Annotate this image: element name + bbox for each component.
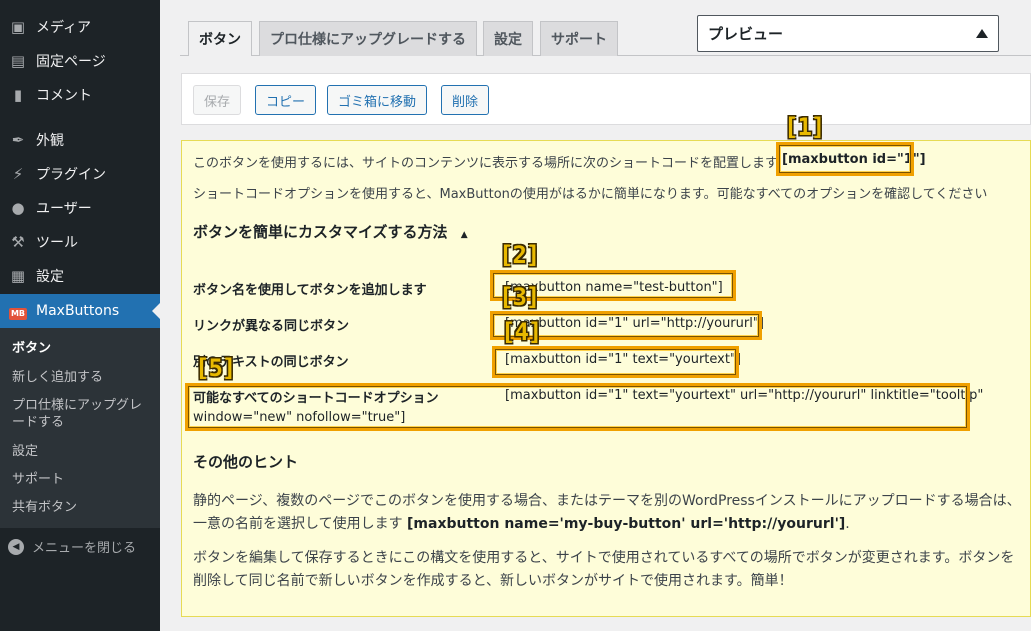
submenu-item-buttons[interactable]: ボタン	[12, 340, 152, 357]
maxbuttons-submenu: ボタン 新しく追加する プロ仕様にアップグレードする 設定 サポート 共有ボタン	[0, 328, 160, 528]
options-note: ショートコードオプションを使用すると、MaxButtonの使用がはるかに簡単にな…	[193, 187, 988, 202]
highlight-box-5	[185, 383, 970, 431]
submenu-item-add-new[interactable]: 新しく追加する	[12, 369, 152, 386]
settings-icon: ▦	[10, 267, 26, 285]
sidebar-item-label: 固定ページ	[36, 54, 106, 70]
tip-paragraph-1: 静的ページ、複数のページでこのボタンを使用する場合、またはテーマを別のWordP…	[193, 493, 1021, 532]
action-bar: 保存 コピー ゴミ箱に移動 削除	[181, 73, 1031, 125]
comment-icon: ▮	[13, 86, 23, 104]
active-indicator	[152, 303, 160, 319]
sidebar-item-label: 外観	[36, 133, 64, 149]
tab-settings[interactable]: 設定	[483, 21, 533, 56]
maxbuttons-icon: MB	[8, 308, 28, 320]
customize-heading[interactable]: ボタンを簡単にカスタマイズする方法 ▲	[193, 221, 468, 242]
preview-label: プレビュー	[708, 25, 784, 43]
preview-toggle[interactable]: プレビュー	[697, 15, 999, 52]
sidebar-item-maxbuttons[interactable]: MB MaxButtons	[0, 294, 160, 328]
collapse-menu-button[interactable]: ◀ メニューを閉じる	[8, 537, 136, 556]
media-icon: ▣	[10, 18, 26, 36]
triangle-up-icon: ▲	[460, 230, 468, 240]
sidebar-item-label: 設定	[36, 269, 64, 285]
move-to-trash-button[interactable]: ゴミ箱に移動	[327, 85, 428, 115]
collapse-label: メニューを閉じる	[32, 541, 137, 556]
highlight-box-1	[776, 142, 914, 176]
marker-4: [4]	[501, 318, 542, 346]
tips-heading: その他のヒント	[193, 453, 299, 471]
delete-button[interactable]: 削除	[441, 85, 490, 115]
marker-1: [1]	[784, 113, 825, 141]
admin-sidebar: ▣ メディア ▤ 固定ページ ▮ コメント ✒ 外観 ⚡ プラグイン ● ユーザ…	[0, 0, 160, 631]
brush-icon: ✒	[11, 131, 25, 149]
submenu-item-settings[interactable]: 設定	[12, 443, 152, 460]
collapse-arrow-icon: ◀	[8, 538, 24, 555]
plugin-icon: ⚡	[12, 165, 24, 183]
sidebar-item-label: メディア	[36, 20, 92, 36]
sidebar-item-settings[interactable]: ▦ 設定	[0, 259, 160, 293]
wrench-icon: ⚒	[11, 233, 25, 251]
triangle-up-icon	[976, 29, 988, 38]
submenu-item-support[interactable]: サポート	[12, 471, 152, 488]
tab-buttons[interactable]: ボタン	[188, 21, 252, 56]
tip-shortcode: [maxbutton name='my-buy-button' url='htt…	[407, 516, 846, 532]
tip-paragraph-2: ボタンを編集して保存するときにこの構文を使用すると、サイトで使用されているすべて…	[193, 550, 1015, 589]
marker-3: [3]	[499, 283, 540, 311]
sidebar-item-tools[interactable]: ⚒ ツール	[0, 225, 160, 259]
sidebar-item-label: ユーザー	[36, 201, 92, 217]
intro-text: このボタンを使用するには、サイトのコンテンツに表示する場所に次のショートコードを…	[193, 156, 779, 171]
sidebar-item-comments[interactable]: ▮ コメント	[0, 78, 160, 112]
sidebar-item-users[interactable]: ● ユーザー	[0, 191, 160, 225]
copy-button[interactable]: コピー	[255, 85, 317, 115]
row-label-name: ボタン名を使用してボタンを追加します	[193, 283, 427, 298]
sidebar-item-media[interactable]: ▣ メディア	[0, 10, 160, 44]
sidebar-item-pages[interactable]: ▤ 固定ページ	[0, 44, 160, 78]
sidebar-item-label: プラグイン	[36, 167, 106, 183]
sidebar-item-label: ツール	[36, 235, 78, 251]
submenu-item-upgrade[interactable]: プロ仕様にアップグレードする	[12, 397, 152, 431]
shortcode-help-panel: このボタンを使用するには、サイトのコンテンツに表示する場所に次のショートコードを…	[181, 140, 1031, 617]
sidebar-item-label: コメント	[36, 88, 92, 104]
save-button[interactable]: 保存	[193, 85, 242, 115]
sidebar-item-plugins[interactable]: ⚡ プラグイン	[0, 157, 160, 191]
tab-upgrade[interactable]: プロ仕様にアップグレードする	[259, 21, 477, 56]
highlight-box-4	[492, 346, 739, 378]
user-icon: ●	[11, 199, 25, 217]
sidebar-item-label: MaxButtons	[36, 303, 120, 319]
sidebar-item-appearance[interactable]: ✒ 外観	[0, 123, 160, 157]
page-icon: ▤	[10, 52, 26, 70]
row-label-url: リンクが異なる同じボタン	[193, 319, 350, 334]
submenu-item-social-share[interactable]: 共有ボタン	[12, 499, 152, 516]
marker-5: [5]	[195, 354, 236, 382]
marker-2: [2]	[499, 241, 540, 269]
tab-support[interactable]: サポート	[540, 21, 618, 56]
